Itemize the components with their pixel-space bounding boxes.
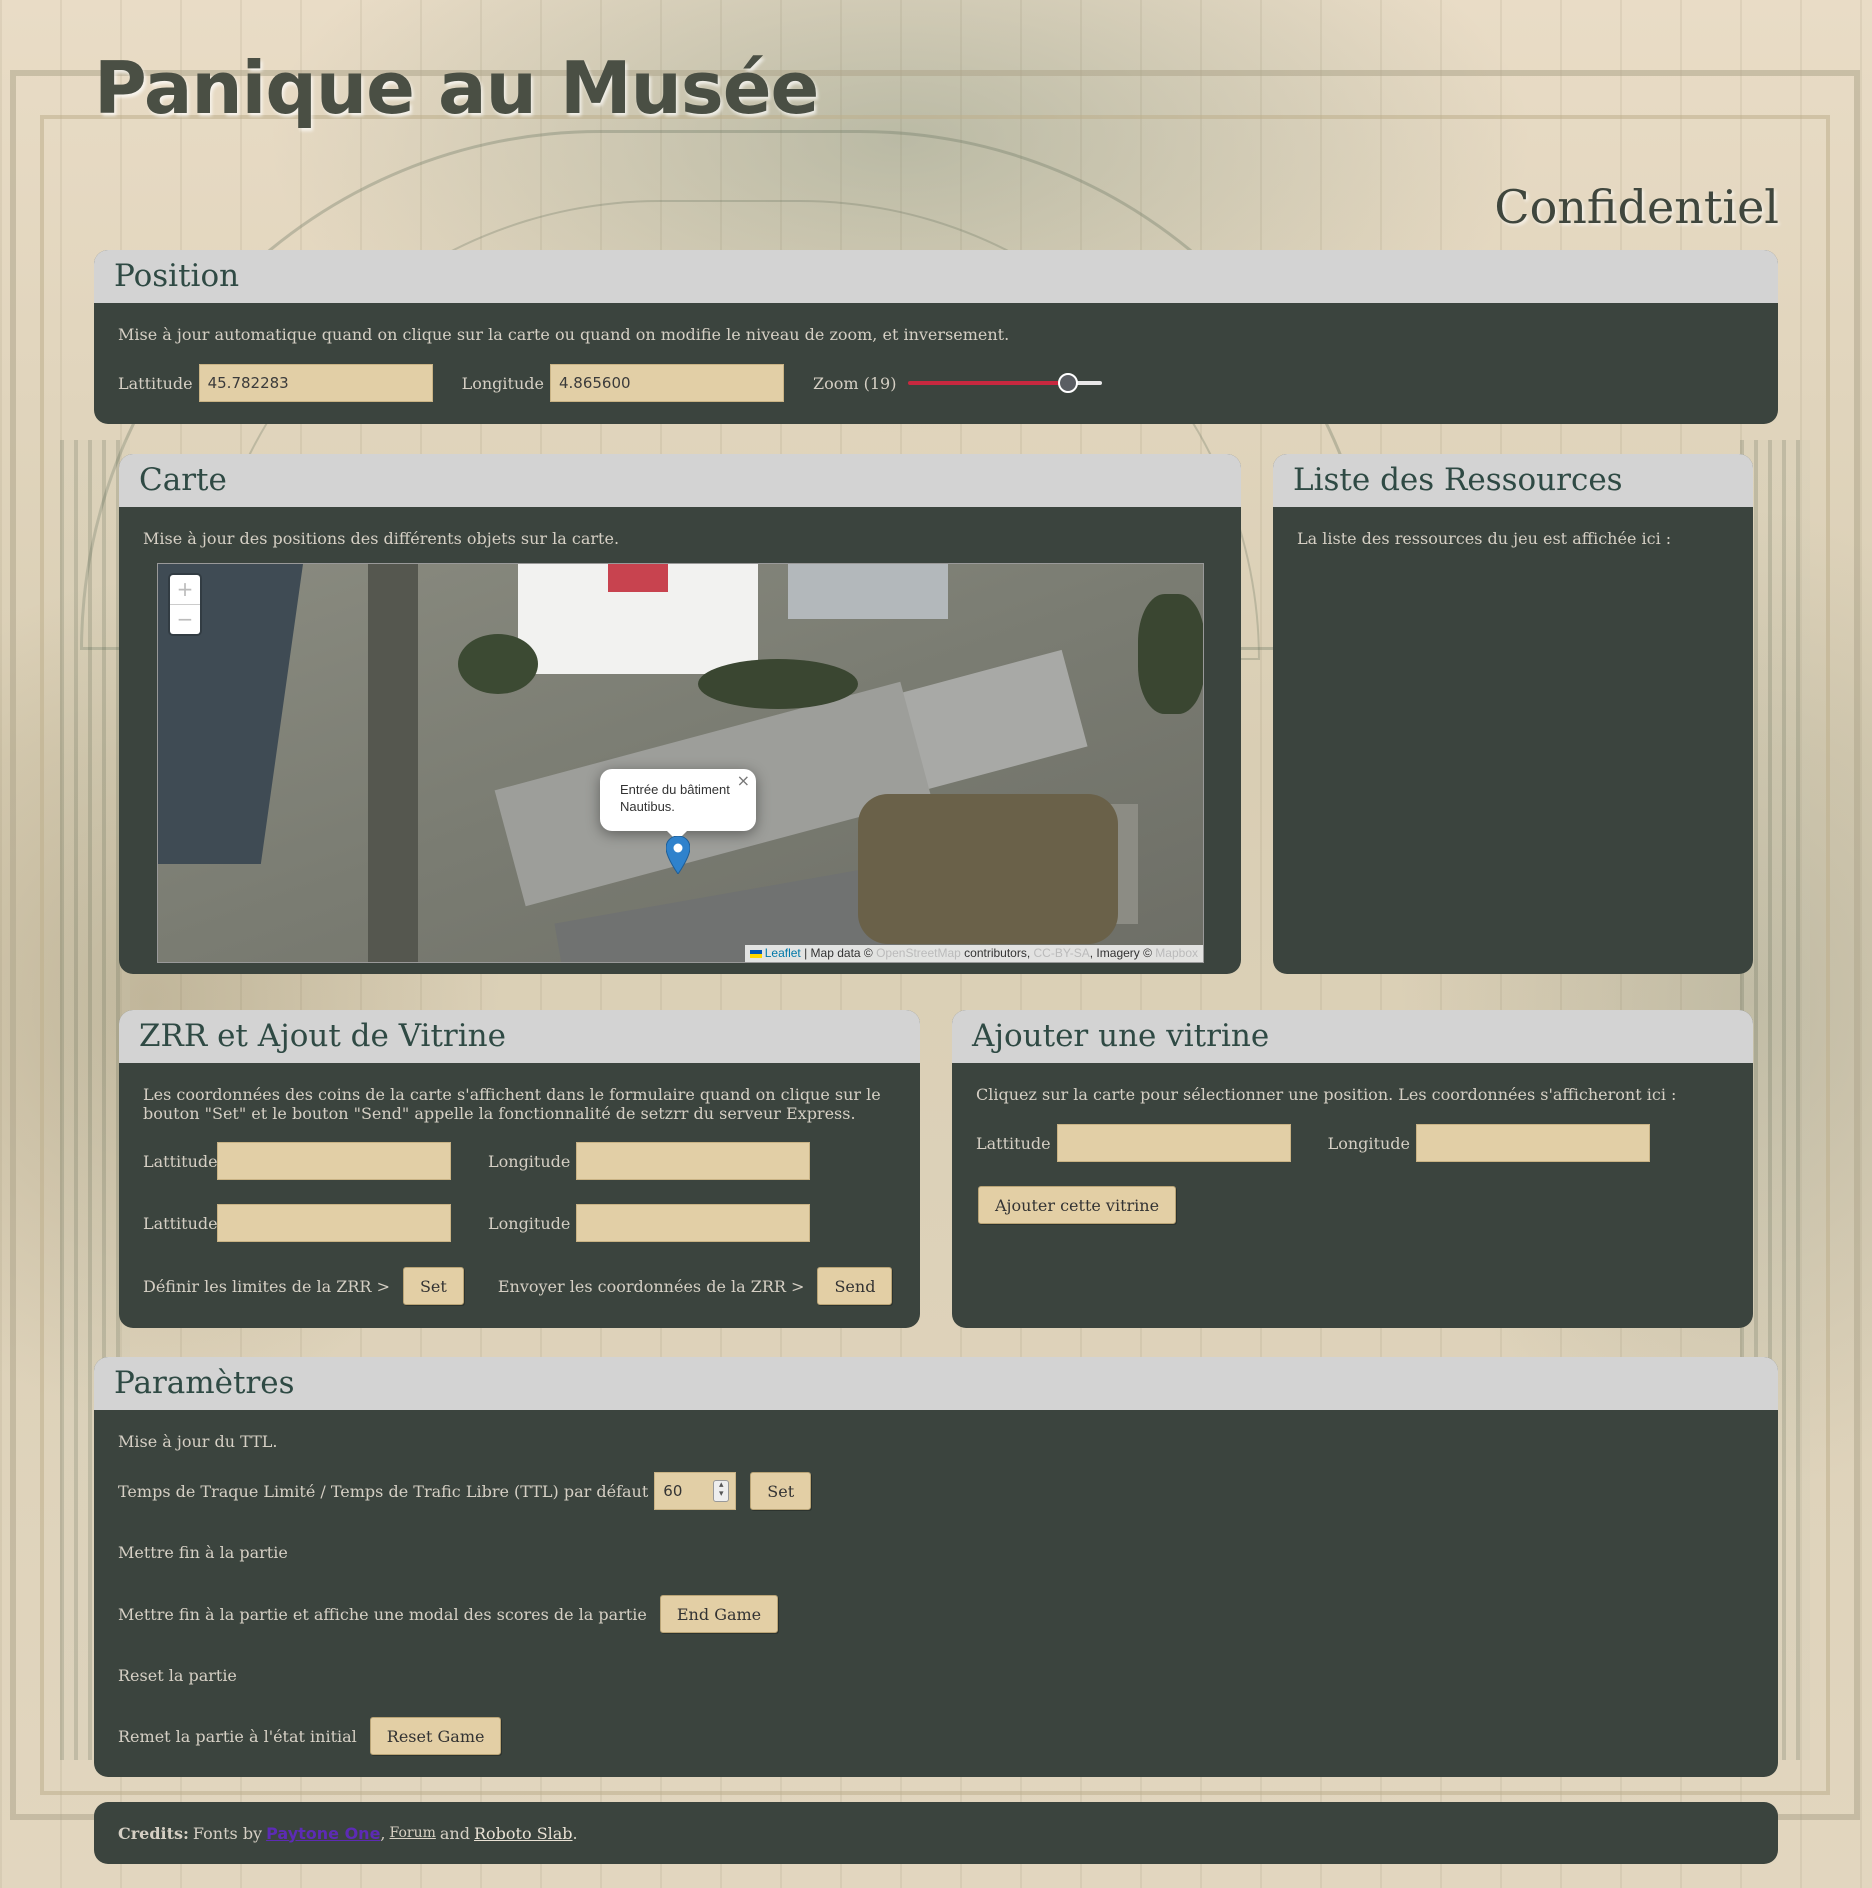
- carte-description: Mise à jour des positions des différents…: [143, 529, 620, 548]
- font-link-paytone[interactable]: Paytone One: [266, 1824, 380, 1843]
- mapbox-link[interactable]: Mapbox: [1155, 946, 1198, 960]
- map-zoom-out-button[interactable]: −: [170, 604, 200, 634]
- ttl-number-input[interactable]: 60 ▴ ▾: [654, 1472, 737, 1510]
- reset-game-button[interactable]: Reset Game: [369, 1717, 502, 1755]
- attribution-contributors: contributors,: [960, 946, 1034, 960]
- position-heading: Position: [94, 250, 1778, 303]
- map-trees-3: [1138, 594, 1203, 714]
- page-title: Panique au Musée: [94, 46, 819, 130]
- add-vitrine-button[interactable]: Ajouter cette vitrine: [978, 1186, 1177, 1224]
- end-game-title: Mettre fin à la partie: [118, 1543, 288, 1562]
- credits-separator: ,: [380, 1823, 386, 1843]
- map-attribution: Leaflet | Map data © OpenStreetMap contr…: [744, 945, 1203, 962]
- latitude-label: Lattitude: [118, 373, 193, 393]
- map-red-roof: [608, 564, 668, 592]
- vitrine-latitude-label: Lattitude: [976, 1133, 1051, 1153]
- zrr-longitude-2-label: Longitude: [488, 1213, 571, 1233]
- attribution-map-data: | Map data ©: [800, 946, 877, 960]
- vitrine-latitude-input[interactable]: [1056, 1124, 1291, 1162]
- ukraine-flag-icon: [749, 949, 762, 958]
- zrr-set-text: Définir les limites de la ZRR >: [143, 1276, 390, 1296]
- credits-footer: Credits: Fonts by Paytone One, Forum and…: [94, 1802, 1778, 1864]
- vitrine-panel: Ajouter une vitrine Cliquez sur la carte…: [952, 1010, 1753, 1328]
- zrr-send-text: Envoyer les coordonnées de la ZRR >: [497, 1276, 805, 1296]
- credits-label: Credits:: [118, 1823, 189, 1843]
- zrr-description: Les coordonnées des coins de la carte s'…: [143, 1085, 881, 1123]
- position-description: Mise à jour automatique quand on clique …: [118, 325, 1010, 344]
- vitrine-heading: Ajouter une vitrine: [952, 1010, 1753, 1063]
- parametres-heading: Paramètres: [94, 1357, 1778, 1410]
- zrr-send-button[interactable]: Send: [817, 1267, 893, 1305]
- zrr-latitude-2-input[interactable]: [217, 1204, 451, 1242]
- vitrine-longitude-input[interactable]: [1415, 1124, 1650, 1162]
- satellite-map[interactable]: + − Entrée du bâtiment Nautibus. × Leafl…: [157, 563, 1204, 963]
- ttl-label: Temps de Traque Limité / Temps de Trafic…: [118, 1481, 649, 1501]
- ressources-description: La liste des ressources du jeu est affic…: [1297, 529, 1672, 548]
- ccbysa-link[interactable]: CC-BY-SA: [1034, 946, 1090, 960]
- zrr-latitude-1-input[interactable]: [217, 1142, 451, 1180]
- spinner-arrows-icon[interactable]: ▴ ▾: [713, 1480, 730, 1502]
- zrr-longitude-1-input[interactable]: [576, 1142, 811, 1180]
- map-marker-icon[interactable]: [666, 836, 690, 874]
- attribution-imagery: , Imagery ©: [1089, 946, 1156, 960]
- position-panel: Position Mise à jour automatique quand o…: [94, 250, 1778, 424]
- credits-and: and: [439, 1823, 470, 1843]
- ttl-value: 60: [663, 1482, 683, 1500]
- map-trees-1: [458, 634, 538, 694]
- zrr-latitude-1-label: Lattitude: [143, 1151, 218, 1171]
- zoom-label: Zoom (19): [812, 373, 897, 393]
- end-game-button[interactable]: End Game: [659, 1595, 779, 1633]
- leaflet-link[interactable]: Leaflet: [765, 946, 801, 960]
- map-popup-text: Entrée du bâtiment Nautibus.: [620, 782, 730, 814]
- zrr-longitude-1-label: Longitude: [488, 1151, 571, 1171]
- map-field: [858, 794, 1118, 944]
- vitrine-longitude-label: Longitude: [1327, 1133, 1410, 1153]
- font-link-roboto-slab[interactable]: Roboto Slab: [474, 1824, 573, 1843]
- map-building-grey: [788, 564, 948, 619]
- latitude-input[interactable]: 45.782283: [198, 364, 433, 402]
- ressources-heading: Liste des Ressources: [1273, 454, 1753, 507]
- longitude-label: Longitude: [461, 373, 544, 393]
- end-game-label: Mettre fin à la partie et affiche une mo…: [118, 1604, 647, 1624]
- parametres-panel: Paramètres Mise à jour du TTL. Temps de …: [94, 1357, 1778, 1777]
- zoom-slider-handle[interactable]: [1058, 373, 1079, 393]
- page-subtitle: Confidentiel: [1494, 180, 1779, 234]
- ttl-title: Mise à jour du TTL.: [118, 1432, 278, 1451]
- osm-link[interactable]: OpenStreetMap: [876, 946, 961, 960]
- longitude-input[interactable]: 4.865600: [549, 364, 784, 402]
- zrr-heading: ZRR et Ajout de Vitrine: [119, 1010, 920, 1063]
- map-trees-2: [698, 659, 858, 709]
- credits-end: .: [572, 1823, 578, 1843]
- vitrine-description: Cliquez sur la carte pour sélectionner u…: [976, 1085, 1677, 1104]
- popup-close-icon[interactable]: ×: [737, 772, 750, 789]
- ttl-set-button[interactable]: Set: [750, 1472, 812, 1510]
- font-link-forum[interactable]: Forum: [390, 1825, 436, 1841]
- credits-fonts-by: Fonts by: [192, 1823, 263, 1843]
- map-zoom-in-button[interactable]: +: [170, 575, 200, 604]
- zrr-panel: ZRR et Ajout de Vitrine Les coordonnées …: [119, 1010, 920, 1328]
- zrr-longitude-2-input[interactable]: [576, 1204, 811, 1242]
- zoom-slider-fill: [908, 381, 1067, 385]
- reset-game-title: Reset la partie: [118, 1666, 237, 1685]
- reset-game-label: Remet la partie à l'état initial: [118, 1726, 357, 1746]
- zrr-set-button[interactable]: Set: [402, 1267, 464, 1305]
- map-popup: Entrée du bâtiment Nautibus. ×: [600, 769, 756, 831]
- carte-heading: Carte: [119, 454, 1241, 507]
- ressources-panel: Liste des Ressources La liste des ressou…: [1273, 454, 1753, 974]
- zrr-latitude-2-label: Lattitude: [143, 1213, 218, 1233]
- map-zoom-control: + −: [170, 575, 200, 634]
- zoom-slider[interactable]: [908, 373, 1103, 393]
- map-road: [368, 564, 418, 962]
